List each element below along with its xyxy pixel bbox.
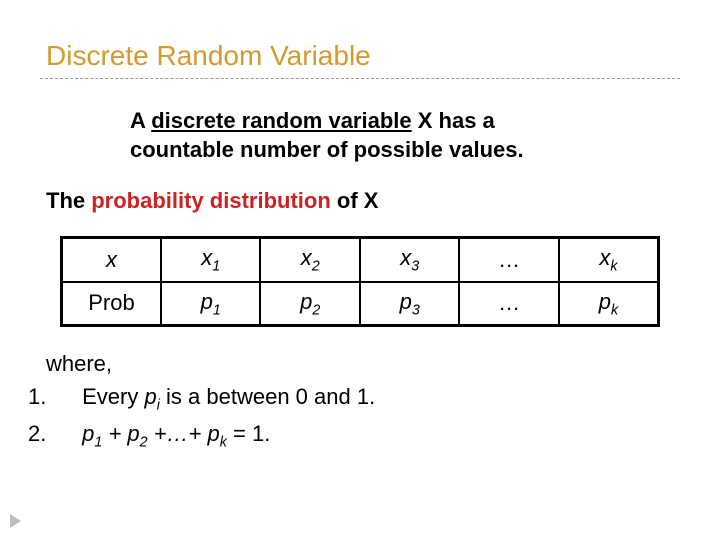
def-post: X has a [412, 108, 495, 133]
cell-x1: x1 [161, 238, 260, 282]
cell-ellipsis: … [459, 282, 558, 326]
cell-p2: p2 [260, 282, 359, 326]
cond1-a: Every [82, 384, 144, 409]
cell-sub: k [611, 302, 618, 318]
cell-text: x [400, 245, 411, 270]
cell-text: p [300, 289, 312, 314]
cell-text: x [201, 245, 212, 270]
cond1-c: is a between 0 and 1. [160, 384, 375, 409]
condition-1: 1. Every pi is a between 0 and 1. [52, 380, 680, 417]
row-header-prob: Prob [62, 282, 161, 326]
cell-ellipsis: … [459, 238, 558, 282]
title-divider [40, 78, 680, 79]
def-pre: A [130, 108, 151, 133]
definition-text: A discrete random variable X has a count… [40, 107, 680, 164]
cell-sub: 2 [312, 259, 320, 275]
cell-text: x [106, 247, 117, 272]
cell-text: p [400, 289, 412, 314]
conditions-block: where, 1. Every pi is a between 0 and 1.… [40, 347, 680, 454]
cell-pk: pk [559, 282, 659, 326]
cell-xk: xk [559, 238, 659, 282]
sub-t1: The [46, 188, 91, 213]
slide-title: Discrete Random Variable [40, 40, 680, 72]
cell-text: p [201, 289, 213, 314]
cond2-plus1: + p [102, 421, 139, 446]
def-line2: countable number of possible values. [130, 137, 524, 162]
distribution-table: x x1 x2 x3 … xk Prob p1 p2 p3 … pk [60, 236, 660, 327]
cond2-s2: 2 [140, 434, 148, 450]
def-underlined: discrete random variable [151, 108, 411, 133]
cell-text: p [599, 289, 611, 314]
cell-x2: x2 [260, 238, 359, 282]
play-arrow-icon [10, 514, 21, 528]
list-number: 1. [52, 380, 76, 413]
list-number: 2. [52, 417, 76, 450]
cell-text: x [301, 245, 312, 270]
cell-sub: 3 [412, 302, 420, 318]
cond2-plus2: +…+ p [148, 421, 220, 446]
cell-sub: 3 [411, 259, 419, 275]
table-row: x x1 x2 x3 … xk [62, 238, 659, 282]
cell-text: x [599, 245, 610, 270]
cell-p3: p3 [360, 282, 459, 326]
distribution-heading: The probability distribution of X [40, 188, 680, 214]
cell-x3: x3 [360, 238, 459, 282]
sub-highlight: probability distribution [91, 188, 331, 213]
cell-p1: p1 [161, 282, 260, 326]
cond2-p1: p [82, 421, 94, 446]
sub-t2: of X [331, 188, 379, 213]
cond2-sk: k [220, 434, 227, 450]
cell-sub: k [610, 259, 617, 275]
cond1-p: p [144, 384, 156, 409]
cell-sub: 1 [213, 302, 221, 318]
cell-sub: 2 [312, 302, 320, 318]
where-lead: where, [46, 347, 680, 380]
row-header-x: x [62, 238, 161, 282]
condition-2: 2. p1 + p2 +…+ pk = 1. [52, 417, 680, 454]
cell-sub: 1 [212, 259, 220, 275]
cond2-eq: = 1. [227, 421, 270, 446]
table-row: Prob p1 p2 p3 … pk [62, 282, 659, 326]
